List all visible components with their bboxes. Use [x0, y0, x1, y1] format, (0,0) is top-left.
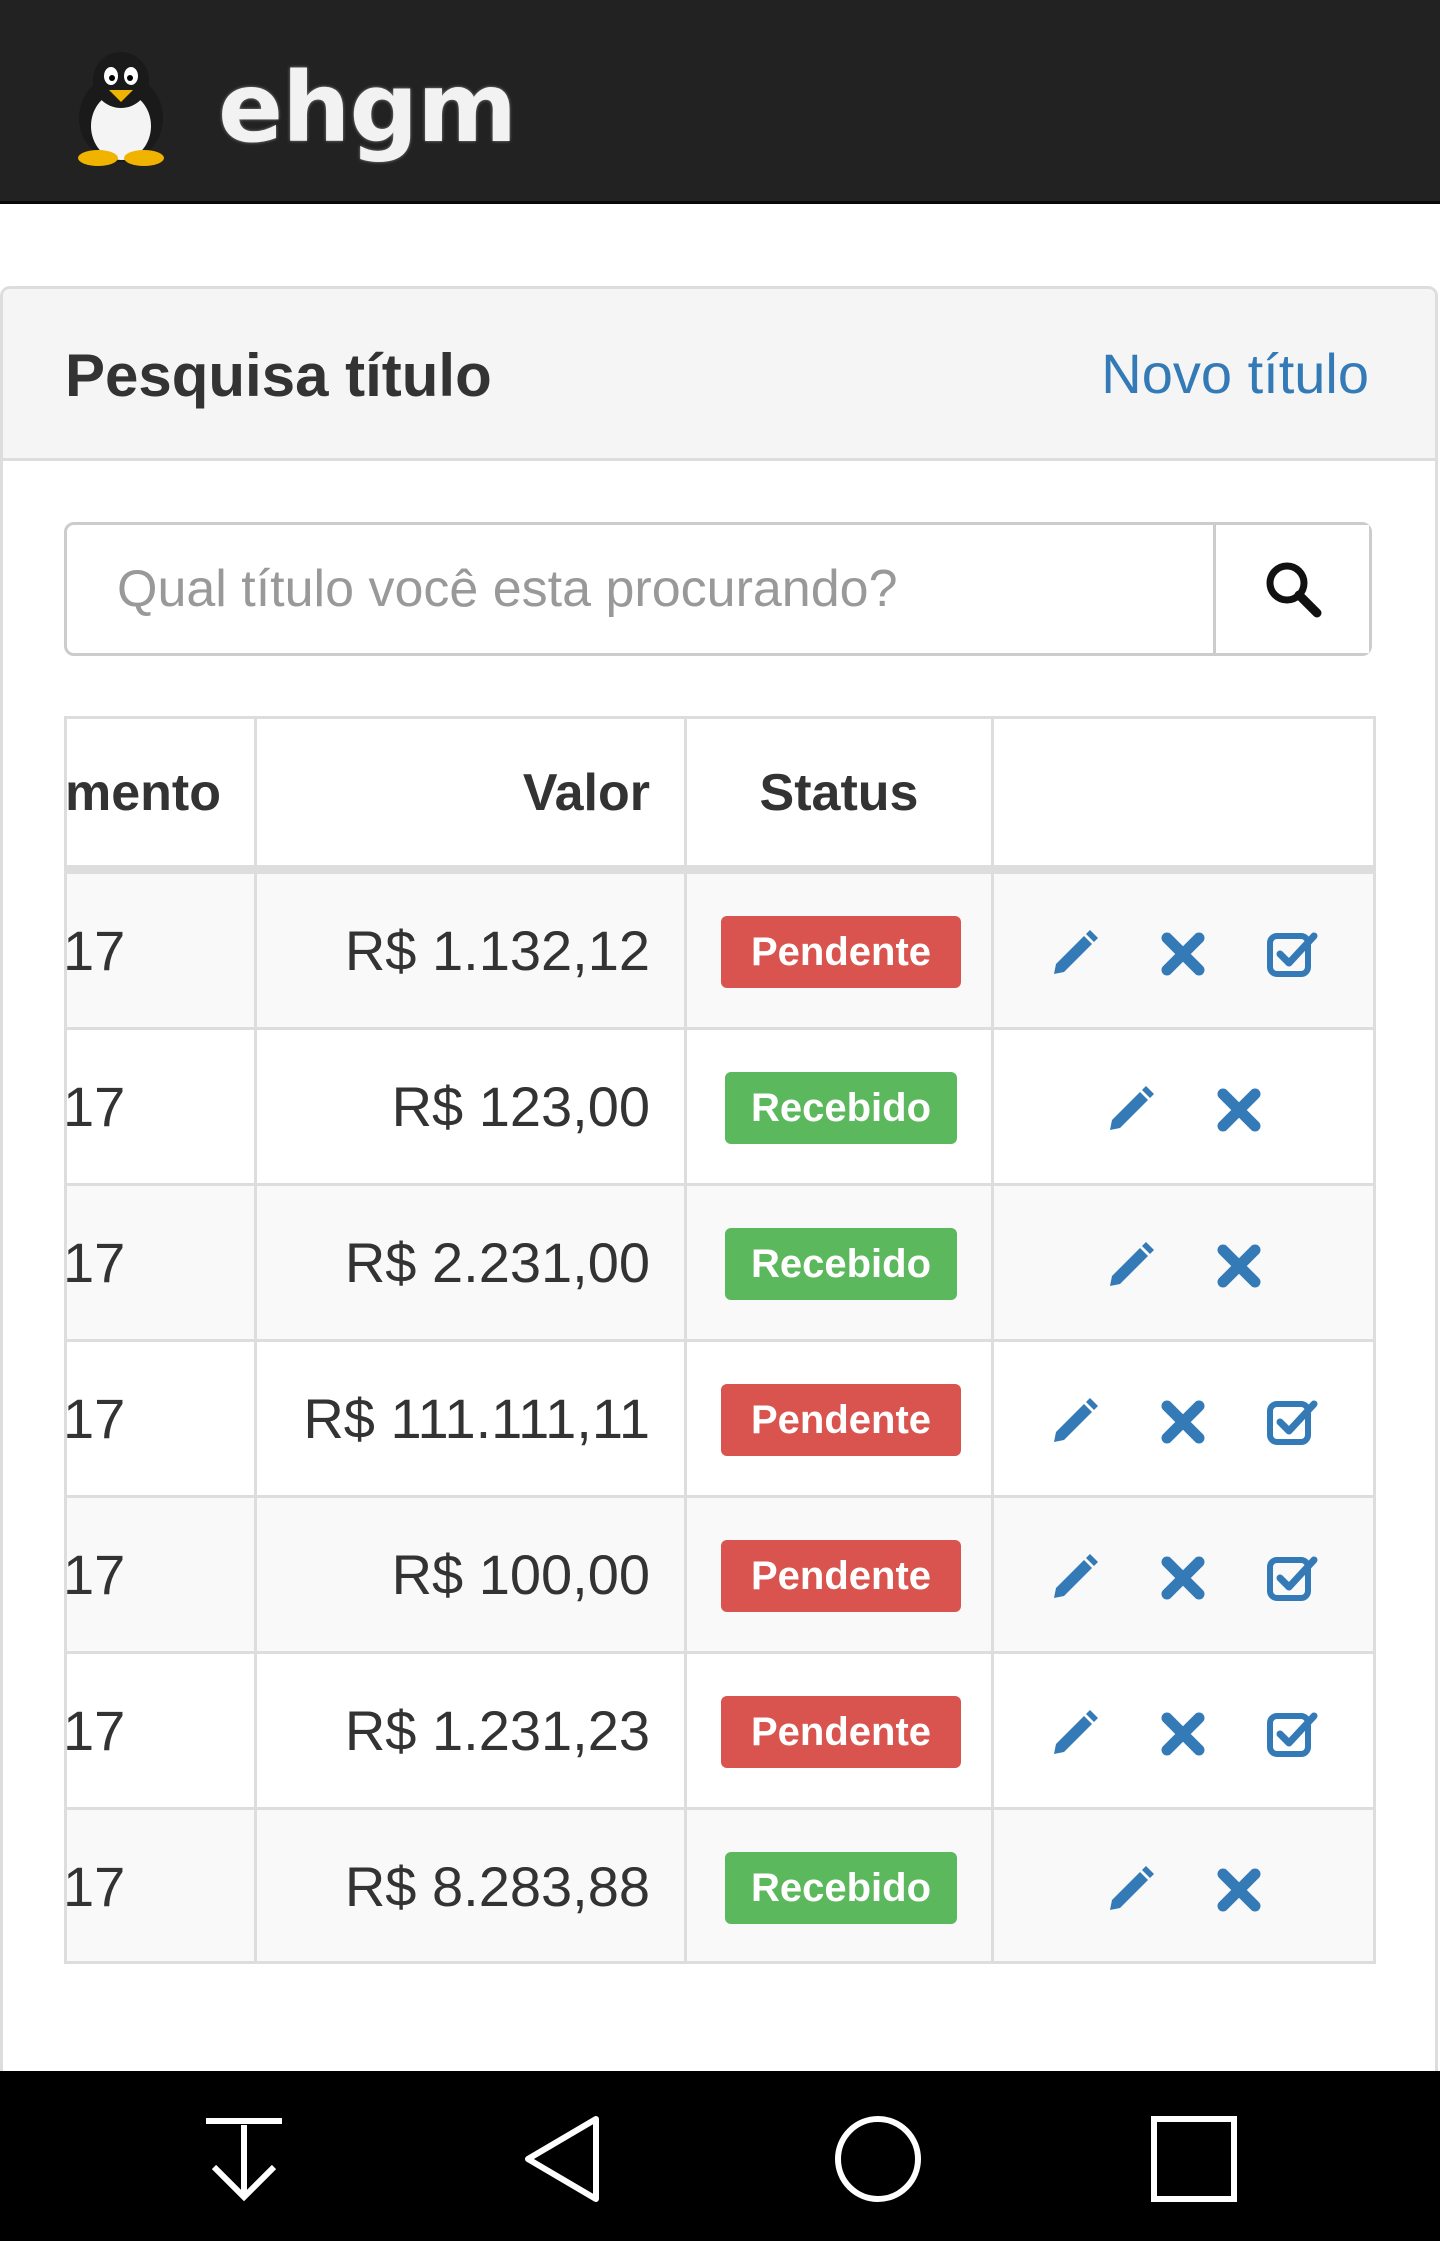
actions-cell: [994, 1498, 1373, 1651]
table-row: 17 R$ 1.231,23 Pendente: [67, 1651, 1373, 1807]
actions-cell: [994, 1342, 1373, 1495]
pencil-icon[interactable]: [1102, 1238, 1158, 1294]
actions-cell: [994, 1186, 1373, 1339]
pencil-icon[interactable]: [1046, 1706, 1102, 1762]
check-square-icon[interactable]: [1264, 1394, 1320, 1450]
status-badge: Pendente: [721, 1384, 961, 1456]
titles-table: mento Valor Status 17 R$ 1.132,12 Pendente…: [64, 716, 1376, 1964]
new-title-link[interactable]: Novo título: [1101, 341, 1369, 406]
system-navigation-bar: [0, 2071, 1440, 2241]
status-badge: Recebido: [725, 1228, 957, 1300]
pencil-icon[interactable]: [1102, 1082, 1158, 1138]
back-icon[interactable]: [516, 2111, 612, 2207]
actions-cell: [994, 1030, 1373, 1183]
search-input[interactable]: [67, 525, 1217, 653]
valor-cell: R$ 1.231,23: [344, 1699, 650, 1762]
date-cell: 17: [64, 1231, 126, 1294]
valor-cell: R$ 2.231,00: [344, 1231, 650, 1294]
valor-cell: R$ 123,00: [391, 1075, 650, 1138]
pencil-icon[interactable]: [1046, 1394, 1102, 1450]
close-icon[interactable]: [1155, 1394, 1211, 1450]
page-title: Pesquisa título: [65, 342, 492, 409]
close-icon[interactable]: [1155, 1550, 1211, 1606]
pencil-icon[interactable]: [1046, 1550, 1102, 1606]
date-cell: 17: [64, 1543, 126, 1606]
date-cell: 17: [64, 1855, 126, 1918]
valor-cell: R$ 8.283,88: [344, 1855, 650, 1918]
pencil-icon[interactable]: [1046, 926, 1102, 982]
close-icon[interactable]: [1211, 1862, 1267, 1918]
date-cell: 17: [64, 1075, 126, 1138]
table-header: mento Valor Status: [67, 719, 1373, 871]
check-square-icon[interactable]: [1264, 1706, 1320, 1762]
search-icon: [1266, 562, 1321, 618]
recents-icon[interactable]: [1146, 2111, 1242, 2207]
status-badge: Recebido: [725, 1072, 957, 1144]
search-button[interactable]: [1213, 525, 1369, 653]
check-square-icon[interactable]: [1264, 1550, 1320, 1606]
table-row: 17 R$ 100,00 Pendente: [67, 1495, 1373, 1651]
top-navbar: ehgm: [0, 0, 1440, 204]
actions-cell: [994, 1654, 1373, 1807]
column-header-status[interactable]: Status: [687, 763, 991, 823]
date-cell: 17: [64, 1699, 126, 1762]
status-badge: Pendente: [721, 1696, 961, 1768]
column-header-actions: [994, 719, 1373, 865]
penguin-icon[interactable]: [64, 48, 178, 166]
table-row: 17 R$ 1.132,12 Pendente: [67, 871, 1373, 1027]
valor-cell: R$ 1.132,12: [344, 919, 650, 982]
column-header-valor[interactable]: Valor: [523, 763, 650, 823]
pencil-icon[interactable]: [1102, 1862, 1158, 1918]
close-icon[interactable]: [1155, 1706, 1211, 1762]
table-row: 17 R$ 111.111,11 Pendente: [67, 1339, 1373, 1495]
column-header-date[interactable]: mento: [67, 763, 221, 823]
close-icon[interactable]: [1155, 926, 1211, 982]
status-badge: Pendente: [721, 1540, 961, 1612]
app-name[interactable]: ehgm: [218, 52, 517, 164]
actions-cell: [994, 874, 1373, 1027]
date-cell: 17: [64, 1387, 126, 1450]
status-badge: Recebido: [725, 1852, 957, 1924]
date-cell: 17: [64, 919, 126, 982]
actions-cell: [994, 1810, 1373, 1961]
close-icon[interactable]: [1211, 1238, 1267, 1294]
download-arrow-icon[interactable]: [196, 2111, 292, 2207]
panel-heading: Pesquisa título Novo título: [3, 289, 1435, 461]
valor-cell: R$ 100,00: [391, 1543, 650, 1606]
status-badge: Pendente: [721, 916, 961, 988]
table-row: 17 R$ 123,00 Recebido: [67, 1027, 1373, 1183]
table-row: 17 R$ 8.283,88 Recebido: [64, 1807, 1373, 1961]
check-square-icon[interactable]: [1264, 926, 1320, 982]
close-icon[interactable]: [1211, 1082, 1267, 1138]
table-row: 17 R$ 2.231,00 Recebido: [67, 1183, 1373, 1339]
home-icon[interactable]: [830, 2111, 926, 2207]
search-group: [64, 522, 1372, 656]
valor-cell: R$ 111.111,11: [303, 1387, 650, 1450]
